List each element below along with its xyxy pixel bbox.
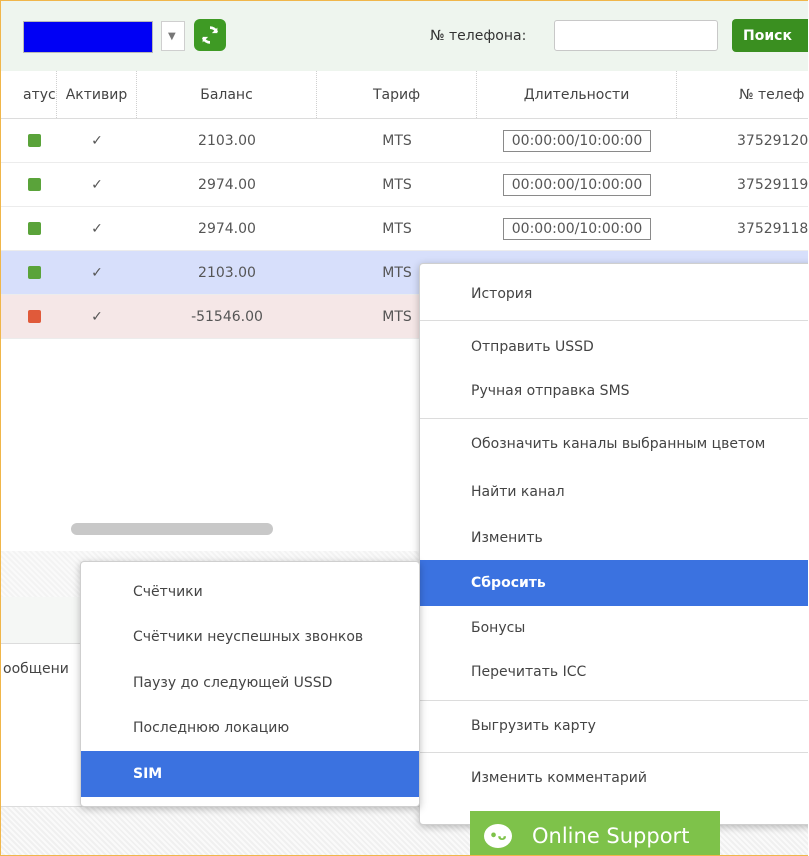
submenu-item-ussd-pause[interactable]: Паузу до следующей USSD (81, 660, 419, 706)
menu-separator (420, 418, 808, 419)
chevron-down-icon: ▼ (168, 31, 176, 42)
menu-item-manual-sms[interactable]: Ручная отправка SMS (420, 369, 808, 413)
duration-cell: 00:00:00/10:00:00 (502, 129, 652, 152)
duration-cell: 00:00:00/10:00:00 (502, 217, 652, 240)
context-menu: История Отправить USSD Ручная отправка S… (419, 263, 808, 825)
submenu-item-sim[interactable]: SIM (81, 751, 419, 797)
menu-item-edit[interactable]: Изменить (420, 516, 808, 560)
toolbar: ▼ № телефона: Поиск (1, 1, 808, 72)
color-picker-dropdown[interactable]: ▼ (161, 21, 185, 51)
search-button[interactable]: Поиск (732, 19, 808, 52)
column-header-tariff[interactable]: Тариф (317, 71, 477, 118)
sim-status-icon (27, 134, 41, 147)
balance-cell: 2103.00 (198, 264, 256, 281)
menu-item-send-ussd[interactable]: Отправить USSD (420, 325, 808, 369)
menu-item-edit-comment[interactable]: Изменить комментарий (420, 756, 808, 800)
grid-header: атус Активир Баланс Тариф Длительности №… (1, 71, 808, 119)
activated-check-icon: ✓ (91, 308, 103, 325)
online-support-label: Online Support (532, 824, 690, 848)
menu-item-reread-icc[interactable]: Перечитать ICC (420, 650, 808, 694)
column-header-phone[interactable]: № телеф (677, 71, 808, 118)
menu-separator (420, 700, 808, 701)
refresh-icon (201, 26, 219, 44)
column-header-activated[interactable]: Активир (57, 71, 137, 118)
menu-item-mark-channels-color[interactable]: Обозначить каналы выбранным цветом (420, 422, 808, 466)
sim-status-icon (27, 222, 41, 235)
phone-cell: 375291180 (737, 220, 808, 237)
table-row[interactable]: ✓ 2974.00 MTS 00:00:00/10:00:00 37529119… (1, 163, 808, 207)
balance-cell: 2974.00 (198, 176, 256, 193)
table-row[interactable]: ✓ 2974.00 MTS 00:00:00/10:00:00 37529118… (1, 207, 808, 251)
column-header-durations[interactable]: Длительности (477, 71, 677, 118)
duration-cell: 00:00:00/10:00:00 (502, 173, 652, 196)
table-row[interactable]: ✓ 2103.00 MTS 00:00:00/10:00:00 37529120… (1, 119, 808, 163)
balance-cell: 2974.00 (198, 220, 256, 237)
tariff-cell: MTS (382, 132, 412, 149)
phone-cell: 375291198 (737, 176, 808, 193)
phone-input[interactable] (554, 20, 718, 51)
phone-cell: 375291206 (737, 132, 808, 149)
sim-status-icon (27, 310, 41, 323)
balance-cell: 2103.00 (198, 132, 256, 149)
phone-label: № телефона: (430, 28, 527, 44)
menu-item-reset[interactable]: Сбросить (420, 560, 808, 606)
sim-status-icon (27, 178, 41, 191)
menu-separator (420, 752, 808, 753)
activated-check-icon: ✓ (91, 176, 103, 193)
activated-check-icon: ✓ (91, 132, 103, 149)
menu-item-unload-card[interactable]: Выгрузить карту (420, 704, 808, 748)
balance-cell: -51546.00 (191, 308, 263, 325)
reset-submenu: Счётчики Счётчики неуспешных звонков Пау… (80, 561, 420, 807)
menu-item-bonuses[interactable]: Бонусы (420, 606, 808, 650)
chat-bubble-icon: •ᴗ (484, 824, 512, 848)
activated-check-icon: ✓ (91, 264, 103, 281)
tariff-cell: MTS (382, 220, 412, 237)
activated-check-icon: ✓ (91, 220, 103, 237)
menu-item-history[interactable]: История (420, 272, 808, 316)
menu-separator (420, 320, 808, 321)
submenu-item-last-location[interactable]: Последнюю локацию (81, 706, 419, 750)
menu-item-find-channel[interactable]: Найти канал (420, 470, 808, 514)
column-header-balance[interactable]: Баланс (137, 71, 317, 118)
column-header-status[interactable]: атус (1, 71, 57, 118)
sim-status-icon (27, 266, 41, 279)
app-frame: ▼ № телефона: Поиск атус Активир Баланс … (0, 0, 808, 856)
horizontal-scrollbar[interactable] (71, 523, 273, 535)
submenu-item-counters[interactable]: Счётчики (81, 570, 419, 614)
refresh-button[interactable] (194, 19, 226, 51)
submenu-item-failed-call-counters[interactable]: Счётчики неуспешных звонков (81, 614, 419, 660)
tariff-cell: MTS (382, 176, 412, 193)
color-picker-swatch[interactable] (23, 21, 153, 53)
online-support-widget[interactable]: •ᴗ Online Support (470, 811, 720, 855)
